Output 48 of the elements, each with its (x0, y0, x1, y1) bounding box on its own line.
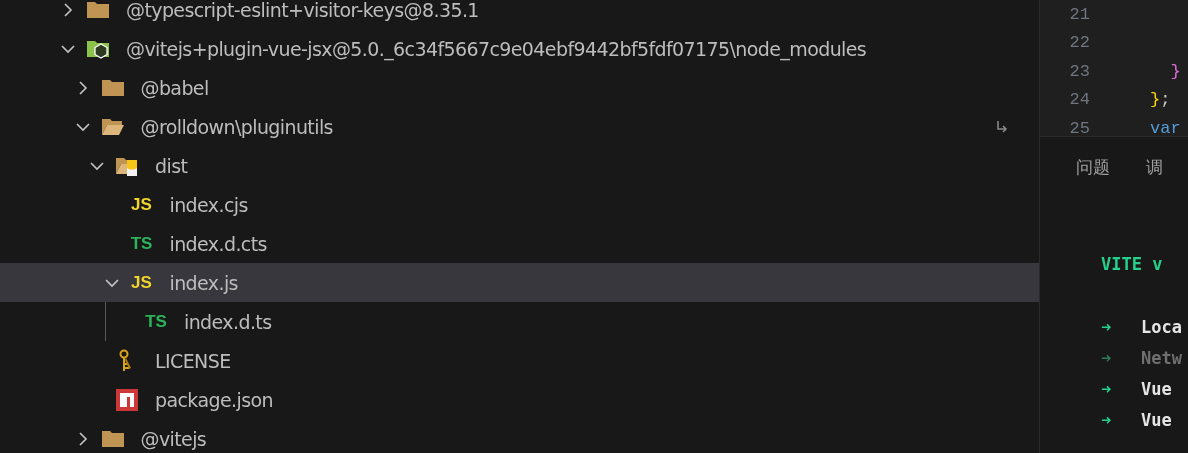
terminal-text: Loca (1141, 316, 1182, 337)
tree-row[interactable]: dist (0, 146, 1039, 185)
tree-row[interactable]: @typescript-eslint+visitor-keys@8.35.1 (0, 0, 1039, 29)
code-line: }; (1150, 90, 1171, 110)
arrow-glyph: ➜ (1101, 316, 1113, 337)
ts-file-icon: TS (130, 233, 153, 254)
terminal-text: Vue (1141, 378, 1172, 399)
panel-tab[interactable]: 问题 (1076, 156, 1110, 186)
tree-row[interactable]: @vitejs+plugin-vue-jsx@5.0._6c34f5667c9e04ebf9442bf5fdf07175\node_modules (0, 29, 1039, 68)
file-name: package.json (155, 388, 273, 411)
tree-row[interactable]: JS index.js (0, 263, 1039, 302)
file-name: @vitejs+plugin-vue-jsx@5.0._6c34f5667c9e04ebf9442bf5fdf07175\node_modules (126, 37, 867, 60)
file-name: index.d.ts (184, 310, 272, 333)
file-name: @babel (140, 76, 209, 99)
tree-row[interactable]: @rolldown\pluginutils (0, 107, 1039, 146)
arrow-glyph: ➜ (1101, 409, 1113, 430)
js-file-icon: JS (131, 194, 152, 215)
line-number: 24 (1068, 90, 1090, 110)
ts-file-icon: TS (145, 311, 167, 332)
line-number: 25 (1068, 118, 1090, 136)
js-file-icon: JS (131, 272, 152, 293)
arrow-glyph: ➜ (1101, 347, 1113, 368)
tree-row[interactable]: package.json (0, 380, 1039, 419)
file-name: @typescript-eslint+visitor-keys@8.35.1 (126, 0, 479, 21)
tree-row[interactable]: TS index.d.cts (0, 224, 1039, 263)
tree-row[interactable]: JS index.cjs (0, 185, 1039, 224)
line-number: 22 (1068, 33, 1090, 53)
tree-row[interactable]: LICENSE (0, 341, 1039, 380)
panel-tab[interactable]: 调 (1146, 156, 1163, 186)
tree-row[interactable]: TS index.d.ts (0, 302, 1039, 341)
terminal-text: Vue (1141, 409, 1172, 430)
line-number: 21 (1068, 4, 1090, 24)
file-name: index.cjs (169, 193, 248, 216)
terminal-text: VITE v (1101, 253, 1163, 276)
tree-row[interactable]: @vitejs (0, 419, 1039, 453)
package-icon (115, 387, 139, 412)
file-name: LICENSE (155, 349, 231, 372)
file-name: @rolldown\pluginutils (140, 115, 333, 138)
code-line: var (1150, 118, 1181, 136)
code-line: } (1169, 61, 1181, 81)
file-name: index.d.cts (169, 232, 267, 255)
file-name: dist (155, 154, 188, 177)
file-name: @vitejs (140, 427, 207, 450)
line-number: 23 (1068, 61, 1090, 81)
tree-row[interactable]: @babel (0, 68, 1039, 107)
arrow-glyph: ➜ (1101, 378, 1113, 399)
file-name: index.js (169, 271, 238, 294)
terminal-text: Netw (1141, 347, 1182, 368)
